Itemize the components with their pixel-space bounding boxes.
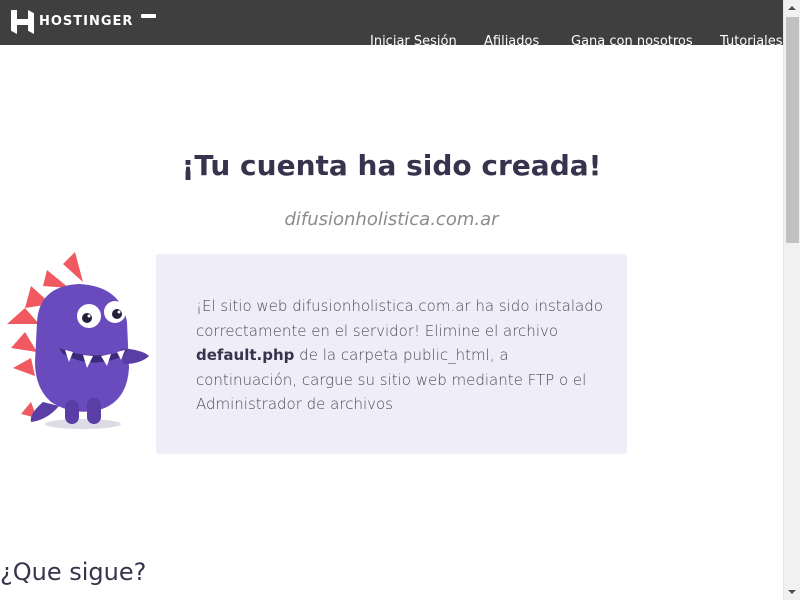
nav-affiliates[interactable]: Afiliados (484, 33, 539, 45)
nav-earn-with-us[interactable]: Gana con nosotros (571, 33, 693, 45)
main-nav: Iniciar Sesión Afiliados Gana con nosotr… (0, 33, 783, 45)
hostinger-logo[interactable]: HOSTINGER (11, 9, 133, 35)
install-notice-text: ¡El sitio web difusionholistica.com.ar h… (196, 294, 606, 417)
notice-text-part1: ¡El sitio web difusionholistica.com.ar h… (196, 297, 603, 340)
monster-mascot-icon (7, 252, 149, 429)
install-notice-box: ¡El sitio web difusionholistica.com.ar h… (156, 254, 627, 454)
menu-toggle-icon[interactable] (141, 14, 156, 18)
notice-filename: default.php (196, 346, 295, 364)
whats-next-heading: ¿Que sigue? (0, 558, 147, 586)
vertical-scrollbar[interactable] (783, 0, 800, 600)
nav-tutorials[interactable]: Tutoriales (720, 33, 783, 45)
logo-wordmark: HOSTINGER (39, 14, 134, 29)
browser-viewport: HOSTINGER Iniciar Sesión Afiliados Gana … (0, 0, 800, 600)
scroll-thumb[interactable] (786, 17, 799, 243)
page-title: ¡Tu cuenta ha sido creada! (181, 149, 602, 182)
nav-login[interactable]: Iniciar Sesión (370, 33, 457, 45)
domain-name: difusionholistica.com.ar (284, 209, 499, 230)
hostinger-logo-icon (11, 10, 34, 34)
scroll-down-icon[interactable] (788, 590, 796, 594)
top-navbar: HOSTINGER Iniciar Sesión Afiliados Gana … (0, 0, 783, 45)
scroll-up-icon[interactable] (788, 6, 796, 10)
